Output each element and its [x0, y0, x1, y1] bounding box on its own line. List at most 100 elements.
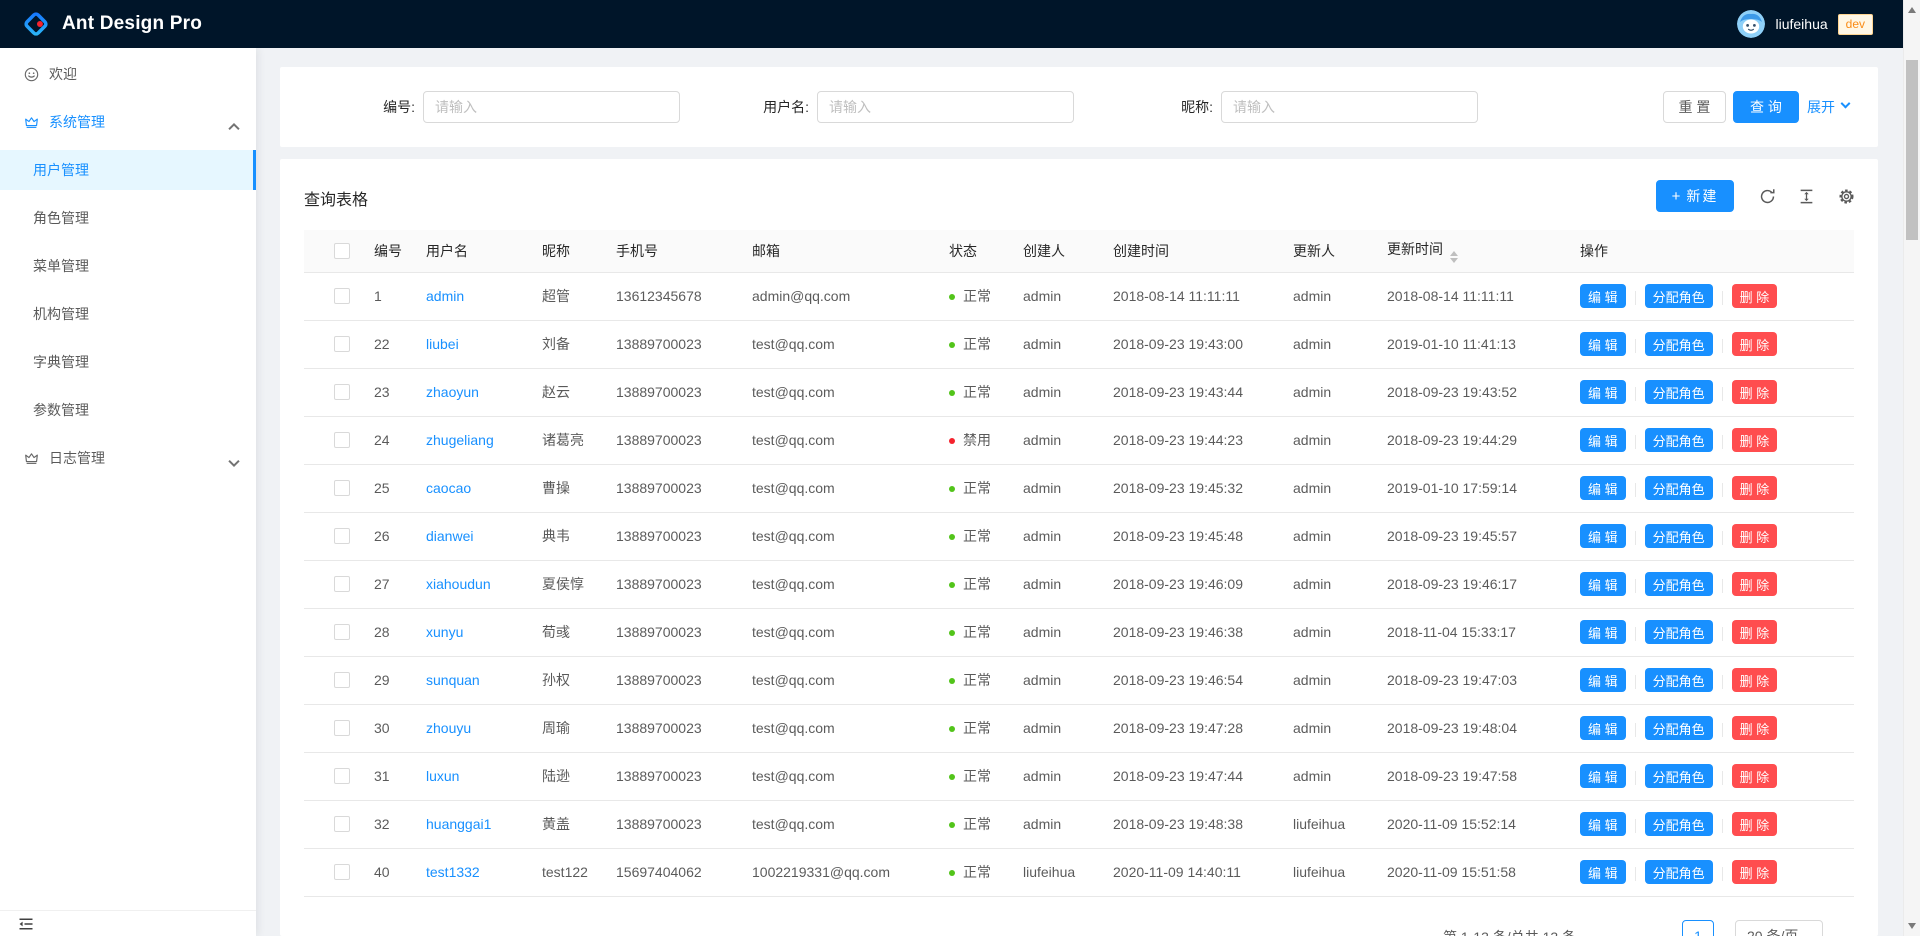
edit-button[interactable]: 编 辑 — [1580, 332, 1626, 356]
username-link[interactable]: huanggai1 — [426, 816, 491, 832]
row-checkbox[interactable] — [334, 432, 350, 448]
sidebar-item-logs[interactable]: 日志管理 — [0, 438, 256, 478]
edit-button[interactable]: 编 辑 — [1580, 428, 1626, 452]
menu-fold-icon[interactable] — [18, 919, 34, 935]
header-user-area[interactable]: liufeihua dev — [1737, 10, 1873, 38]
row-checkbox[interactable] — [334, 720, 350, 736]
edit-button[interactable]: 编 辑 — [1580, 380, 1626, 404]
edit-button[interactable]: 编 辑 — [1580, 572, 1626, 596]
edit-button[interactable]: 编 辑 — [1580, 620, 1626, 644]
col-header-update-time[interactable]: 更新时间 — [1379, 230, 1572, 272]
username-link[interactable]: caocao — [426, 480, 471, 496]
delete-button[interactable]: 删 除 — [1732, 380, 1778, 404]
username-link[interactable]: zhaoyun — [426, 384, 479, 400]
edit-button[interactable]: 编 辑 — [1580, 764, 1626, 788]
username-link[interactable]: xiahoudun — [426, 576, 491, 592]
caret-sorter-icon[interactable] — [1450, 251, 1458, 263]
page-size-select[interactable]: 20 条/页 — [1735, 920, 1823, 936]
nickname-search-input[interactable] — [1221, 91, 1478, 123]
scrollbar-up-arrow-icon[interactable] — [1908, 7, 1916, 13]
scrollbar-thumb[interactable] — [1906, 60, 1918, 240]
row-checkbox[interactable] — [334, 816, 350, 832]
sidebar-item-welcome[interactable]: 欢迎 — [0, 54, 256, 94]
assign-role-button[interactable]: 分配角色 — [1645, 284, 1713, 308]
assign-role-button[interactable]: 分配角色 — [1645, 380, 1713, 404]
assign-role-button[interactable]: 分配角色 — [1645, 860, 1713, 884]
username-search-input[interactable] — [817, 91, 1074, 123]
query-button[interactable]: 查 询 — [1733, 91, 1799, 123]
username-link[interactable]: xunyu — [426, 624, 463, 640]
assign-role-button[interactable]: 分配角色 — [1645, 476, 1713, 500]
select-all-checkbox[interactable] — [334, 243, 350, 259]
assign-role-button[interactable]: 分配角色 — [1645, 668, 1713, 692]
gear-icon[interactable] — [1838, 188, 1855, 205]
delete-button[interactable]: 删 除 — [1732, 716, 1778, 740]
username-link[interactable]: zhugeliang — [426, 432, 494, 448]
reset-button[interactable]: 重 置 — [1663, 91, 1726, 123]
cell-creator: admin — [1015, 704, 1105, 752]
username-link[interactable]: luxun — [426, 768, 459, 784]
row-checkbox[interactable] — [334, 864, 350, 880]
delete-button[interactable]: 删 除 — [1732, 428, 1778, 452]
row-checkbox[interactable] — [334, 384, 350, 400]
delete-button[interactable]: 删 除 — [1732, 524, 1778, 548]
row-checkbox[interactable] — [334, 672, 350, 688]
assign-role-button[interactable]: 分配角色 — [1645, 812, 1713, 836]
delete-button[interactable]: 删 除 — [1732, 332, 1778, 356]
edit-button[interactable]: 编 辑 — [1580, 716, 1626, 740]
delete-button[interactable]: 删 除 — [1732, 620, 1778, 644]
sidebar-item-role-mgmt[interactable]: 角色管理 — [0, 198, 256, 238]
delete-button[interactable]: 删 除 — [1732, 476, 1778, 500]
username-link[interactable]: dianwei — [426, 528, 473, 544]
vertical-scrollbar[interactable] — [1903, 0, 1920, 936]
edit-button[interactable]: 编 辑 — [1580, 812, 1626, 836]
cell-creator: admin — [1015, 752, 1105, 800]
new-button[interactable]: + 新建 — [1656, 180, 1734, 212]
sidebar-item-param-mgmt[interactable]: 参数管理 — [0, 390, 256, 430]
assign-role-button[interactable]: 分配角色 — [1645, 716, 1713, 740]
edit-button[interactable]: 编 辑 — [1580, 476, 1626, 500]
delete-button[interactable]: 删 除 — [1732, 860, 1778, 884]
column-height-icon[interactable] — [1798, 188, 1815, 205]
edit-button[interactable]: 编 辑 — [1580, 860, 1626, 884]
username-link[interactable]: liubei — [426, 336, 459, 352]
edit-button[interactable]: 编 辑 — [1580, 524, 1626, 548]
edit-button[interactable]: 编 辑 — [1580, 284, 1626, 308]
user-avatar[interactable] — [1737, 10, 1765, 38]
scrollbar-down-arrow-icon[interactable] — [1908, 923, 1916, 929]
logo[interactable]: Ant Design Pro — [22, 10, 202, 38]
row-checkbox[interactable] — [334, 336, 350, 352]
sidebar-item-org-mgmt[interactable]: 机构管理 — [0, 294, 256, 334]
pagination-page-1[interactable]: 1 — [1682, 920, 1714, 936]
sidebar-item-dict-mgmt[interactable]: 字典管理 — [0, 342, 256, 382]
username-link[interactable]: test1332 — [426, 864, 480, 880]
username-link[interactable]: admin — [426, 288, 464, 304]
row-checkbox[interactable] — [334, 624, 350, 640]
sidebar-item-user-mgmt[interactable]: 用户管理 — [0, 150, 256, 190]
assign-role-button[interactable]: 分配角色 — [1645, 428, 1713, 452]
row-checkbox[interactable] — [334, 768, 350, 784]
delete-button[interactable]: 删 除 — [1732, 668, 1778, 692]
row-checkbox[interactable] — [334, 528, 350, 544]
row-checkbox[interactable] — [334, 576, 350, 592]
reload-icon[interactable] — [1759, 188, 1776, 205]
id-search-input[interactable] — [423, 91, 680, 123]
row-checkbox[interactable] — [334, 288, 350, 304]
row-checkbox[interactable] — [334, 480, 350, 496]
username-link[interactable]: zhouyu — [426, 720, 471, 736]
delete-button[interactable]: 删 除 — [1732, 284, 1778, 308]
assign-role-button[interactable]: 分配角色 — [1645, 620, 1713, 644]
table-header-row: 编号 用户名 昵称 手机号 邮箱 状态 创建人 创建时间 更新人 更新时间 操作 — [304, 230, 1854, 272]
assign-role-button[interactable]: 分配角色 — [1645, 572, 1713, 596]
delete-button[interactable]: 删 除 — [1732, 764, 1778, 788]
assign-role-button[interactable]: 分配角色 — [1645, 332, 1713, 356]
sidebar-item-system[interactable]: 系统管理 — [0, 102, 256, 142]
assign-role-button[interactable]: 分配角色 — [1645, 524, 1713, 548]
delete-button[interactable]: 删 除 — [1732, 572, 1778, 596]
sidebar-item-menu-mgmt[interactable]: 菜单管理 — [0, 246, 256, 286]
assign-role-button[interactable]: 分配角色 — [1645, 764, 1713, 788]
username-link[interactable]: sunquan — [426, 672, 480, 688]
edit-button[interactable]: 编 辑 — [1580, 668, 1626, 692]
delete-button[interactable]: 删 除 — [1732, 812, 1778, 836]
expand-link[interactable]: 展开 — [1807, 91, 1849, 123]
